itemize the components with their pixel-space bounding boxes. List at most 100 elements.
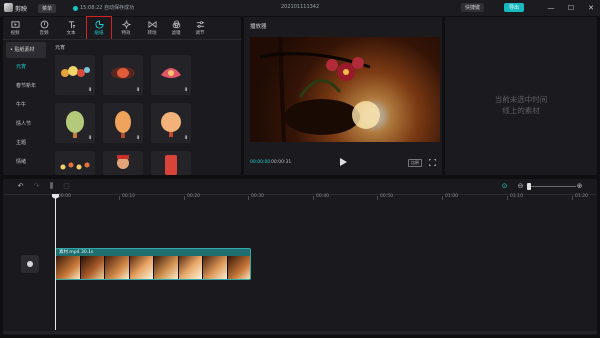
transition-icon (147, 20, 157, 29)
ruler-tick-mark (442, 196, 443, 200)
ruler-tick-label: 00:30 (251, 194, 264, 199)
track-cover-icon[interactable] (21, 255, 39, 273)
tab-audio[interactable]: 音频 (32, 17, 56, 39)
download-icon[interactable]: ⬇ (136, 88, 141, 93)
tab-label: 音频 (39, 31, 49, 36)
video-frame-image (250, 37, 440, 142)
title-bar: 剪映 菜单 15:08:22 自动保存成功 202101111342 快捷键 导… (0, 0, 600, 16)
tab-label: 特效 (121, 31, 131, 36)
ruler-tick-label: 00:50 (380, 194, 393, 199)
video-preview (250, 37, 440, 142)
ruler-tick-label: 01:10 (510, 194, 523, 199)
shortcut-button[interactable]: 快捷键 (461, 3, 485, 12)
zoom-slider-handle[interactable] (527, 183, 531, 190)
sticker-lotus-lantern[interactable]: ⬇ (151, 55, 191, 95)
ruler-tick-mark (184, 196, 185, 200)
download-icon[interactable]: ⬇ (88, 136, 93, 141)
save-status-icon (73, 6, 78, 11)
category-valentines[interactable]: 情人节 (6, 115, 46, 134)
video-icon (10, 21, 20, 28)
category-emotion[interactable]: 情绪 (6, 153, 46, 172)
playhead-line[interactable] (55, 194, 56, 330)
tab-sticker[interactable]: 贴纸 (86, 16, 112, 40)
ruler-tick-mark (507, 196, 508, 200)
fullscreen-icon[interactable] (429, 159, 436, 166)
split-icon[interactable]: ⫼ (48, 183, 55, 190)
ruler-tick-label: 00:00 (58, 194, 71, 199)
tab-label: 滤镜 (171, 31, 181, 36)
delete-icon[interactable]: ▢ (63, 183, 70, 190)
tab-transition[interactable]: 转场 (140, 17, 164, 39)
player-title: 播放器 (250, 24, 267, 30)
play-icon[interactable] (340, 158, 347, 166)
category-ox[interactable]: 牛牛 (6, 96, 46, 115)
adjust-icon (196, 21, 204, 28)
clip-frame (227, 256, 250, 279)
export-button[interactable]: 导出 (504, 3, 525, 12)
tab-label: 文本 (66, 31, 76, 36)
maximize-icon[interactable]: ☐ (566, 3, 576, 13)
sticker-red-tube-lantern[interactable] (151, 151, 191, 175)
undo-icon[interactable]: ↶ (17, 183, 24, 190)
ruler-tick-mark (313, 196, 314, 200)
ruler-tick-label: 01:00 (445, 194, 458, 199)
tab-label: 调节 (195, 31, 205, 36)
sticker-lantern-group[interactable]: ⬇ (55, 55, 95, 95)
sticker-cartoon-figure[interactable] (103, 151, 143, 175)
tab-text[interactable]: 文本 (59, 17, 83, 39)
snap-icon[interactable]: ⊙ (501, 183, 508, 190)
sticker-peach-lantern[interactable]: ⬇ (151, 103, 191, 143)
tab-effects[interactable]: 特效 (114, 17, 138, 39)
ruler-tick-label: 01:20 (575, 194, 588, 199)
category-spring-festival[interactable]: 春节新年 (6, 77, 46, 96)
total-time: 00:00:31 (271, 160, 292, 165)
ratio-button[interactable]: 比例 (408, 159, 422, 167)
clip-frame (203, 256, 228, 279)
tab-video[interactable]: 视频 (3, 17, 27, 39)
video-clip[interactable]: 素材.mp4 30.1s (55, 248, 251, 280)
redo-icon[interactable]: ↷ (33, 183, 40, 190)
clip-frame (129, 256, 154, 279)
category-lantern-festival[interactable]: 元宵 (6, 58, 46, 77)
minimize-icon[interactable]: — (546, 3, 556, 13)
save-status: 15:08:22 自动保存成功 (80, 5, 135, 11)
ruler-tick-mark (119, 196, 120, 200)
ruler-tick-mark (377, 196, 378, 200)
clip-frame (154, 256, 179, 279)
string-lights-image (60, 162, 90, 170)
timeline-toolbar-divider (3, 194, 597, 195)
ruler-tick-label: 00:20 (187, 194, 200, 199)
ruler-tick-mark (572, 196, 573, 200)
sticker-red-lantern-glow[interactable]: ⬇ (103, 55, 143, 95)
effects-icon (121, 20, 131, 29)
zoom-in-icon[interactable]: ⊕ (576, 183, 583, 190)
download-icon[interactable]: ⬇ (184, 88, 189, 93)
tabs-divider (3, 39, 241, 40)
category-sticker-material[interactable]: • 贴纸素材 (6, 42, 46, 58)
category-theme[interactable]: 主题 (6, 134, 46, 153)
project-name[interactable]: 202101111342 (281, 4, 319, 10)
current-time: 00:00:00 (250, 160, 271, 165)
sticker-green-lantern[interactable]: ⬇ (55, 103, 95, 143)
app-name: 剪映 (15, 6, 28, 13)
section-title: 元宵 (55, 45, 66, 51)
clip-frame (178, 256, 203, 279)
tab-adjust[interactable]: 调节 (188, 17, 212, 39)
cartoon-figure-image (117, 155, 129, 169)
menu-button[interactable]: 菜单 (38, 4, 57, 13)
timeline-scrollbar[interactable] (3, 331, 597, 334)
tab-filter[interactable]: 滤镜 (164, 17, 188, 39)
clip-frame (105, 256, 130, 279)
download-icon[interactable]: ⬇ (88, 88, 93, 93)
sticker-orange-lantern[interactable]: ⬇ (103, 103, 143, 143)
sticker-icon (94, 20, 104, 29)
download-icon[interactable]: ⬇ (136, 136, 141, 141)
app-window: 剪映 菜单 15:08:22 自动保存成功 202101111342 快捷键 导… (0, 0, 600, 338)
clip-label: 素材.mp4 30.1s (59, 250, 94, 255)
zoom-out-icon[interactable]: ⊖ (517, 183, 524, 190)
sticker-string-lights[interactable] (55, 151, 95, 175)
empty-selection-message: 当前未选中时间 线上的素材 (445, 94, 597, 116)
close-icon[interactable]: ✕ (586, 3, 596, 13)
download-icon[interactable]: ⬇ (184, 136, 189, 141)
zoom-slider-track[interactable] (528, 186, 576, 187)
